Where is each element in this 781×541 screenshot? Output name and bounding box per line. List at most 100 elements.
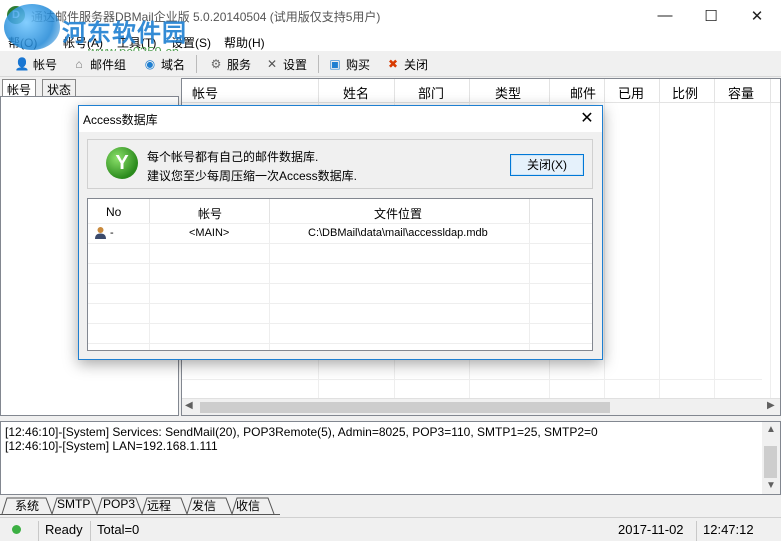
domain-button[interactable]: ◉ 域名: [142, 55, 185, 73]
column-header-file-location[interactable]: 文件位置: [374, 205, 422, 222]
grid-line: [88, 283, 592, 284]
account-button[interactable]: 👤 帐号: [14, 55, 58, 73]
column-divider[interactable]: [770, 79, 771, 103]
column-divider[interactable]: [318, 79, 319, 103]
tab-incoming[interactable]: 收信: [236, 497, 260, 514]
tab-status[interactable]: 状态: [42, 79, 77, 97]
close-icon: ✖: [387, 57, 399, 71]
status-date: 2017-11-02: [618, 522, 684, 537]
tab-system[interactable]: 系统: [15, 497, 39, 514]
watermark-text: 河东软件园: [62, 20, 187, 47]
scroll-right-icon[interactable]: ▶: [767, 400, 775, 411]
column-header-account[interactable]: 帐号: [192, 83, 218, 102]
service-button[interactable]: ⚙ 服务: [208, 55, 251, 73]
column-header-type[interactable]: 类型: [495, 83, 521, 102]
toolbar-separator: [196, 55, 197, 73]
column-divider[interactable]: [604, 79, 605, 103]
grid-line: [88, 263, 592, 264]
grid-line: [659, 103, 660, 399]
user-icon: 👤: [14, 57, 30, 71]
scroll-up-icon[interactable]: ▲: [766, 424, 776, 435]
settings-button[interactable]: ✕ 设置: [264, 55, 307, 73]
status-total: Total=0: [90, 521, 139, 541]
column-header-mail[interactable]: 邮件: [570, 83, 596, 102]
column-divider[interactable]: [394, 79, 395, 103]
watermark-logo: [4, 4, 60, 50]
column-header-no[interactable]: No: [106, 205, 121, 219]
buy-button-label: 购买: [346, 57, 371, 72]
column-header-used[interactable]: 已用: [618, 83, 644, 102]
log-vertical-scrollbar[interactable]: ▲ ▼: [762, 422, 780, 494]
buy-button[interactable]: ▣ 购买: [327, 55, 370, 73]
log-panel[interactable]: [12:46:10]-[System] Services: SendMail(2…: [0, 421, 781, 495]
grid-line: [88, 323, 592, 324]
user-icon: [95, 227, 106, 239]
status-time: 12:47:12: [696, 521, 754, 541]
scroll-down-icon[interactable]: ▼: [766, 480, 776, 491]
log-line: [12:46:10]-[System] LAN=192.168.1.111: [5, 439, 218, 453]
maximize-button[interactable]: ☐: [688, 0, 734, 31]
grid-line: [604, 103, 605, 399]
status-indicator-icon: [12, 525, 21, 534]
scrollbar-thumb[interactable]: [764, 446, 777, 478]
column-divider[interactable]: [659, 79, 660, 103]
column-divider[interactable]: [149, 199, 150, 223]
grid-line: [182, 379, 762, 380]
toolbar-separator: [318, 55, 319, 73]
tab-smtp[interactable]: SMTP: [57, 497, 90, 511]
grid-horizontal-scrollbar[interactable]: ◀ ▶: [182, 398, 780, 415]
grid-line: [88, 243, 592, 244]
dialog-message-line2: 建议您至少每周压缩一次Access数据库.: [147, 169, 358, 183]
column-header-capacity[interactable]: 容量: [728, 83, 754, 102]
gear-icon: ⚙: [210, 57, 222, 71]
grid-line: [88, 303, 592, 304]
column-divider[interactable]: [469, 79, 470, 103]
status-state: Ready: [38, 521, 83, 541]
mail-group-button-label: 邮件组: [90, 57, 127, 72]
grid-line: [88, 223, 592, 224]
tab-pop3[interactable]: POP3: [103, 497, 135, 511]
dbmail-logo-icon: Y: [106, 147, 138, 179]
row-file-location: C:\DBMail\data\mail\accessldap.mdb: [308, 227, 488, 239]
grid-line: [770, 103, 771, 399]
scroll-left-icon[interactable]: ◀: [185, 400, 193, 411]
tab-remote[interactable]: 远程: [147, 497, 171, 514]
column-divider[interactable]: [529, 199, 530, 223]
tab-outgoing[interactable]: 发信: [192, 497, 216, 514]
column-divider[interactable]: [549, 79, 550, 103]
column-header-department[interactable]: 部门: [418, 83, 444, 102]
scrollbar-thumb[interactable]: [200, 402, 610, 413]
account-button-label: 帐号: [33, 57, 58, 72]
column-header-name[interactable]: 姓名: [343, 83, 369, 102]
tab-account[interactable]: 帐号: [2, 79, 37, 97]
column-header-account[interactable]: 帐号: [198, 205, 222, 222]
log-line: [12:46:10]-[System] Services: SendMail(2…: [5, 425, 598, 439]
cart-icon: ▣: [329, 57, 341, 71]
dialog-title-bar: Access数据库 ✕: [79, 106, 602, 132]
mail-group-button[interactable]: ⌂ 邮件组: [71, 55, 126, 73]
dialog-close-icon[interactable]: ✕: [576, 109, 598, 129]
toolbar: 👤 帐号 ⌂ 邮件组 ◉ 域名 ⚙ 服务 ✕ 设置 ▣ 购买 ✖ 关闭: [0, 51, 781, 77]
row-account: <MAIN>: [189, 227, 230, 239]
grid-line: [714, 103, 715, 399]
column-divider[interactable]: [269, 199, 270, 223]
column-header-ratio[interactable]: 比例: [672, 83, 698, 102]
close-button[interactable]: ✕: [734, 0, 780, 31]
globe-icon: ◉: [144, 57, 156, 71]
dialog-close-button[interactable]: 关闭(X): [510, 154, 584, 176]
settings-button-label: 设置: [283, 57, 308, 72]
database-list[interactable]: No 帐号 文件位置 - <MAIN> C:\DBMail\data\mail\…: [87, 198, 593, 351]
column-divider[interactable]: [714, 79, 715, 103]
group-icon: ⌂: [75, 57, 83, 71]
minimize-button[interactable]: —: [642, 0, 688, 31]
grid-header: 帐号 姓名 部门 类型 邮件 已用 比例 容量: [182, 79, 780, 103]
wrench-icon: ✕: [266, 57, 278, 71]
left-tab-strip: 帐号 状态: [0, 78, 180, 97]
log-tab-strip: 系统 SMTP POP3 远程 发信 收信: [0, 496, 781, 516]
grid-line: [88, 343, 592, 344]
row-no: -: [110, 227, 114, 239]
access-database-dialog: Access数据库 ✕ Y 每个帐号都有自己的邮件数据库. 建议您至少每周压缩一…: [78, 105, 603, 360]
toolbar-close-button[interactable]: ✖ 关闭: [385, 55, 428, 73]
domain-button-label: 域名: [161, 57, 186, 72]
menu-item-help[interactable]: 帮助(H): [224, 34, 265, 51]
